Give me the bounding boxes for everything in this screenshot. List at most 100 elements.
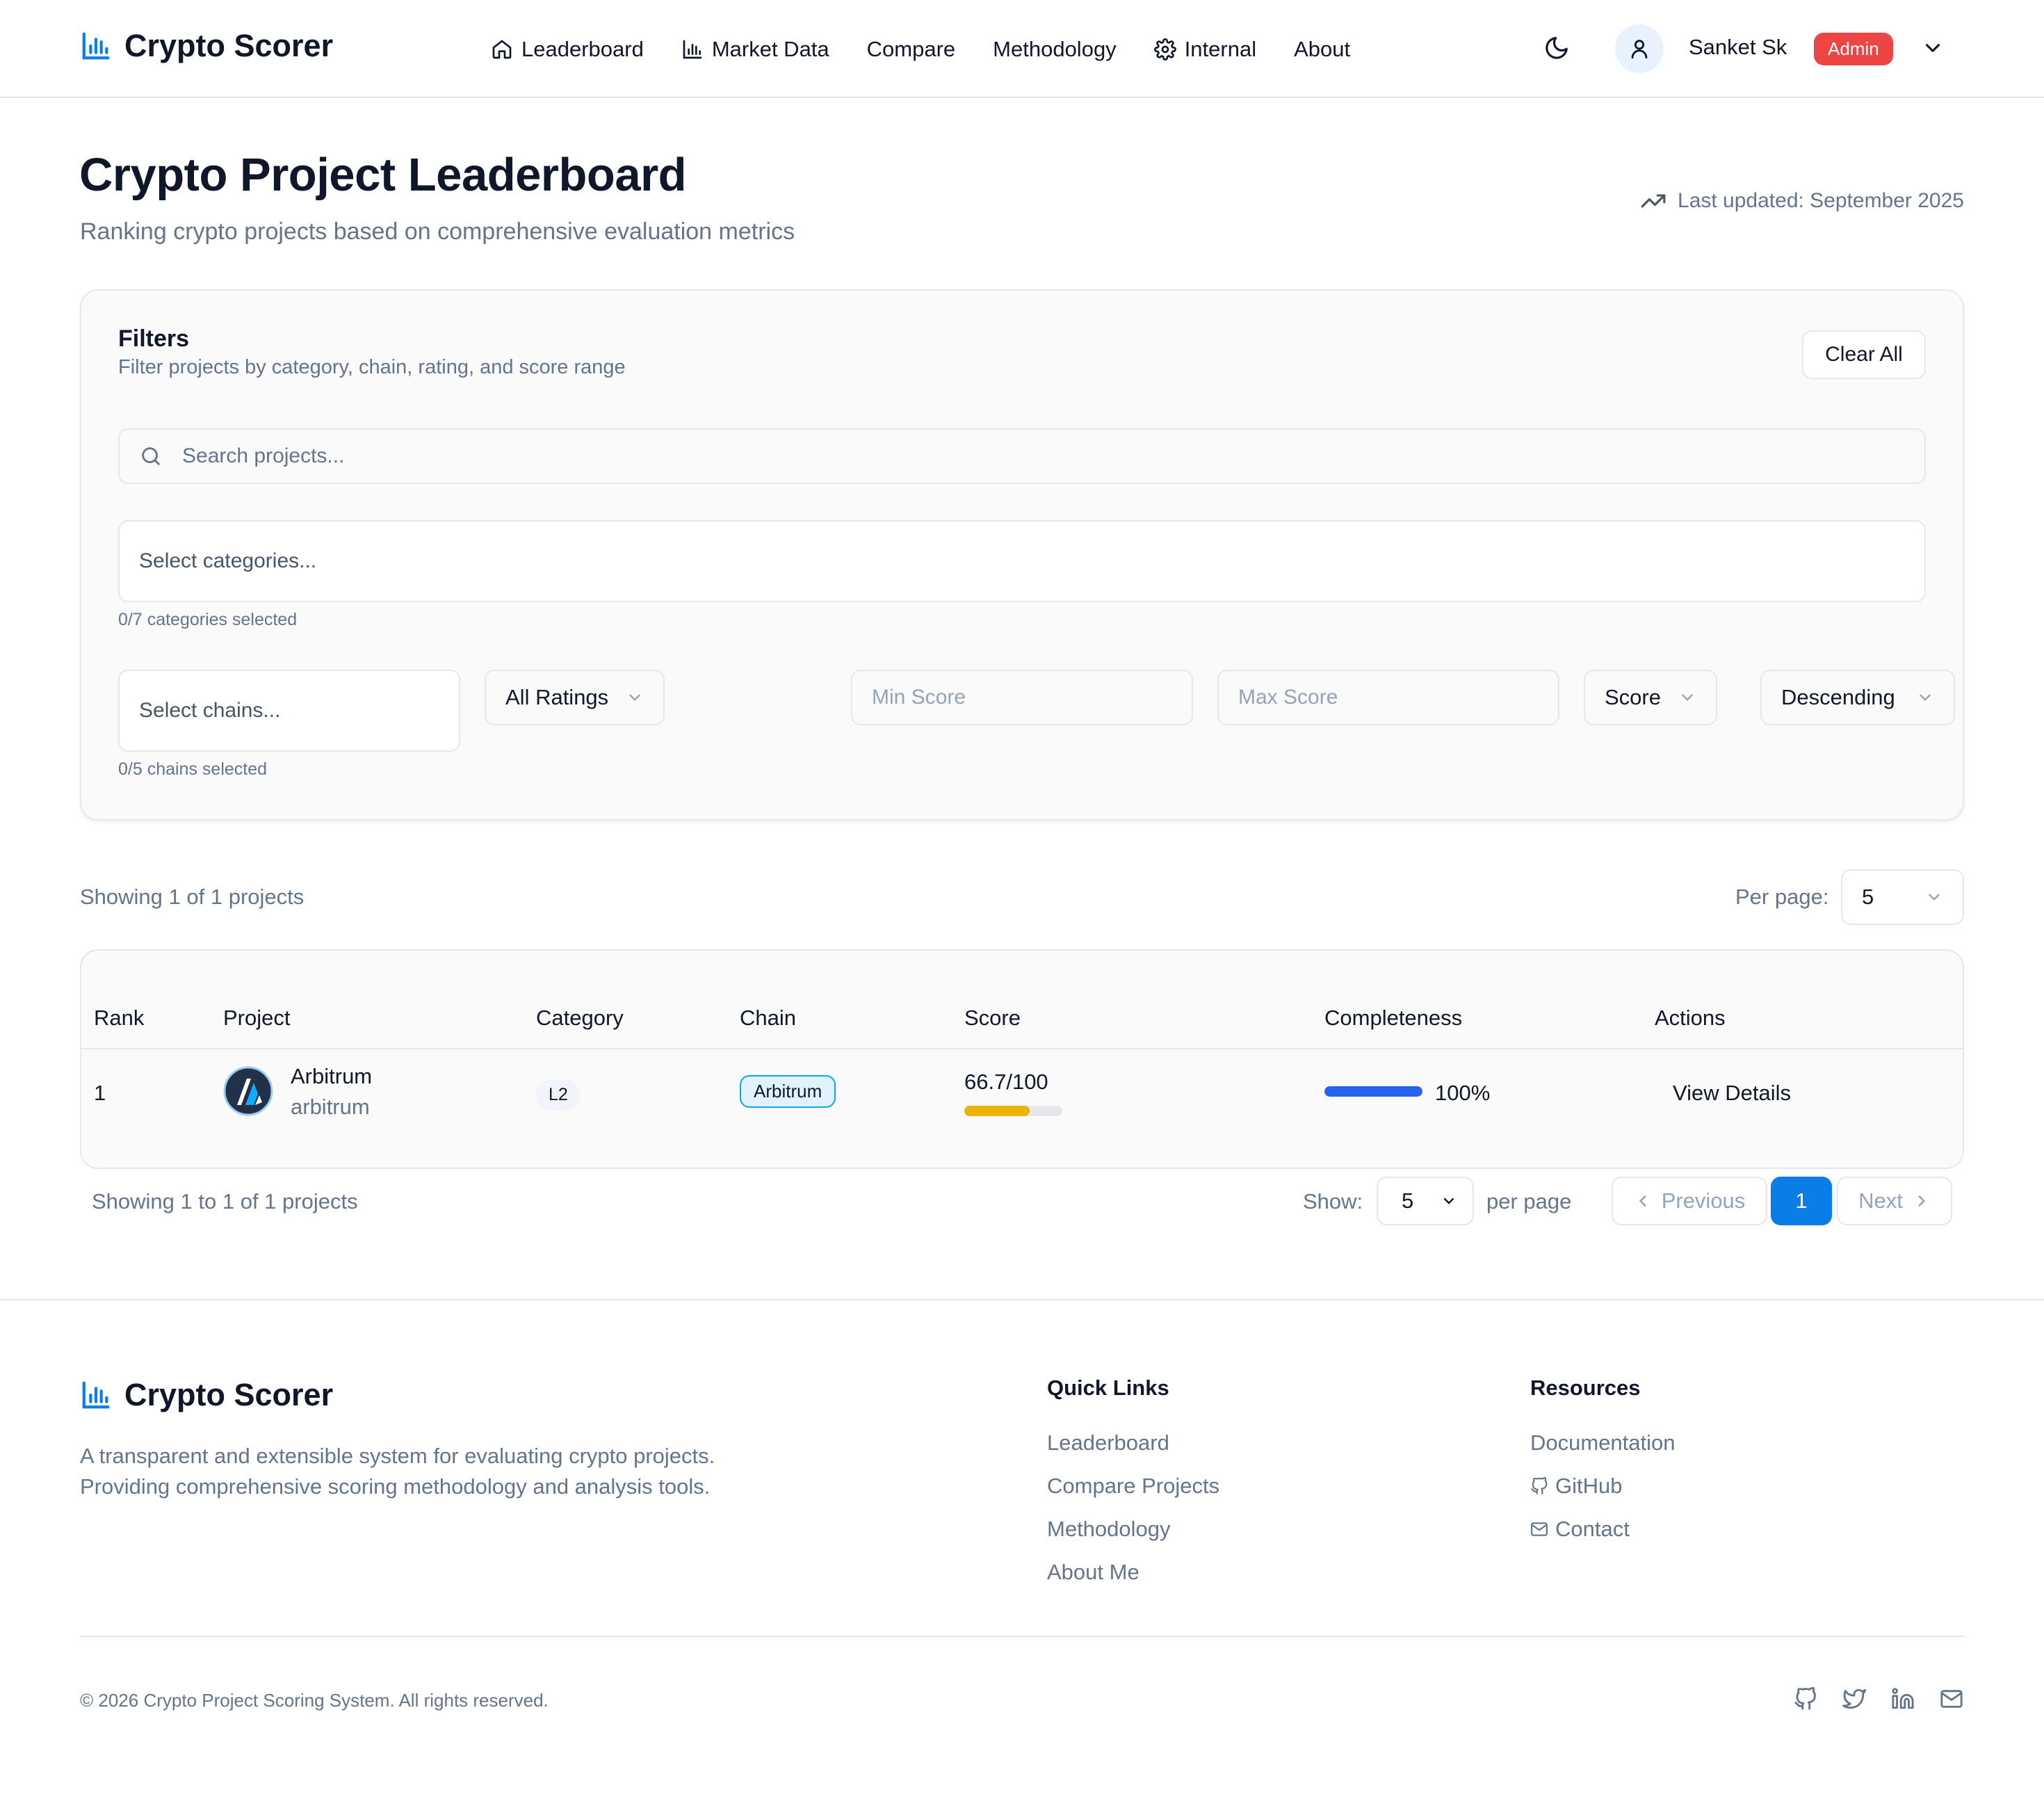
table-header-divider [81, 1048, 1963, 1049]
nav-label: Market Data [711, 37, 829, 61]
search-placeholder: Search projects... [182, 444, 345, 467]
chains-placeholder: Select chains... [139, 699, 281, 722]
per-page-value: 5 [1862, 885, 1874, 909]
footer-brand-name: Crypto Scorer [124, 1377, 334, 1412]
footer-link-methodology[interactable]: Methodology [1047, 1517, 1171, 1542]
top-navbar: Crypto Scorer Leaderboard Market Data Co… [0, 0, 2044, 98]
footer-divider [0, 1299, 2044, 1300]
brand-name: Crypto Scorer [124, 28, 334, 63]
min-score-input[interactable]: Min Score [851, 670, 1193, 725]
brand-logo-link[interactable]: Crypto Scorer [80, 28, 333, 64]
github-icon [1530, 1477, 1548, 1495]
github-label: GitHub [1555, 1474, 1623, 1498]
nav-leaderboard[interactable]: Leaderboard [491, 37, 644, 62]
ratings-value: All Ratings [505, 685, 609, 709]
view-details-button[interactable]: View Details [1673, 1081, 1791, 1106]
sort-by-value: Score [1605, 685, 1661, 709]
footer-description-line: A transparent and extensible system for … [80, 1444, 715, 1468]
user-icon [1628, 37, 1651, 61]
chevron-down-icon [1921, 36, 1945, 60]
footer-link-leaderboard[interactable]: Leaderboard [1047, 1430, 1169, 1456]
copyright: © 2026 Crypto Project Scoring System. Al… [80, 1690, 549, 1711]
moon-icon [1543, 35, 1570, 61]
column-header-category[interactable]: Category [536, 1006, 624, 1031]
nav-internal[interactable]: Internal [1153, 37, 1257, 62]
search-icon [139, 444, 163, 468]
categories-multiselect[interactable]: Select categories... [118, 520, 1926, 602]
main-nav: Leaderboard Market Data Compare Methodol… [491, 31, 1388, 68]
chevron-right-icon [1913, 1192, 1931, 1210]
avatar[interactable] [1615, 24, 1664, 73]
chain-badge: Arbitrum [740, 1075, 836, 1108]
page-subtitle: Ranking crypto projects based on compreh… [80, 218, 795, 245]
footer-link-about[interactable]: About Me [1047, 1560, 1139, 1585]
footer-bottom-divider [80, 1636, 1964, 1637]
nav-label: Compare [866, 37, 956, 61]
footer-link-documentation[interactable]: Documentation [1530, 1430, 1676, 1456]
theme-toggle-button[interactable] [1543, 35, 1570, 61]
project-slug: arbitrum [291, 1095, 370, 1119]
ratings-select[interactable]: All Ratings [485, 670, 665, 725]
nav-compare[interactable]: Compare [867, 37, 956, 62]
bar-chart-logo-icon [80, 1379, 112, 1411]
next-page-button[interactable]: Next [1837, 1177, 1952, 1225]
max-score-input[interactable]: Max Score [1217, 670, 1559, 725]
filters-title: Filters [118, 325, 190, 352]
linkedin-icon[interactable] [1891, 1687, 1915, 1711]
chains-multiselect[interactable]: Select chains... [118, 670, 460, 752]
column-header-project[interactable]: Project [223, 1006, 290, 1031]
twitter-icon[interactable] [1842, 1687, 1866, 1711]
column-header-rank[interactable]: Rank [94, 1006, 144, 1031]
social-links [1794, 1687, 1963, 1711]
column-header-score[interactable]: Score [964, 1006, 1021, 1031]
trending-up-icon [1640, 188, 1666, 214]
github-icon[interactable] [1794, 1687, 1817, 1711]
nav-about[interactable]: About [1294, 37, 1350, 62]
score-text: 66.7/100 [964, 1070, 1048, 1094]
project-name[interactable]: Arbitrum [291, 1064, 372, 1089]
gear-icon [1153, 38, 1176, 61]
chevron-down-icon [1678, 688, 1696, 707]
footer-brand: Crypto Scorer [80, 1377, 333, 1413]
column-header-completeness[interactable]: Completeness [1324, 1006, 1462, 1031]
footer-link-github[interactable]: GitHub [1530, 1474, 1622, 1499]
nav-label: Internal [1184, 37, 1257, 61]
show-per-page-select[interactable]: 5 [1377, 1177, 1474, 1225]
chevron-down-icon [626, 688, 644, 707]
completeness-bar-fill [1324, 1086, 1422, 1097]
sort-order-value: Descending [1781, 685, 1895, 709]
footer-link-contact[interactable]: Contact [1530, 1517, 1630, 1542]
page-1-button[interactable]: 1 [1771, 1177, 1832, 1225]
nav-market-data[interactable]: Market Data [681, 37, 829, 62]
sort-by-select[interactable]: Score [1584, 670, 1717, 725]
mail-icon [1530, 1520, 1548, 1538]
show-label: Show: [1303, 1189, 1363, 1214]
last-updated: Last updated: September 2025 [1640, 188, 1964, 214]
results-count: Showing 1 of 1 projects [80, 885, 305, 909]
category-badge: L2 [536, 1079, 581, 1111]
page-title: Crypto Project Leaderboard [79, 149, 687, 201]
chevron-left-icon [1634, 1192, 1652, 1210]
user-menu-toggle[interactable] [1921, 36, 1945, 60]
show-per-page-value: 5 [1402, 1188, 1414, 1213]
clear-all-button[interactable]: Clear All [1802, 330, 1926, 379]
min-score-placeholder: Min Score [872, 686, 966, 709]
completeness-bar [1324, 1086, 1422, 1097]
footer-link-compare[interactable]: Compare Projects [1047, 1474, 1219, 1499]
previous-page-button[interactable]: Previous [1612, 1177, 1767, 1225]
pagination-summary: Showing 1 to 1 of 1 projects [92, 1189, 358, 1214]
sort-order-select[interactable]: Descending [1760, 670, 1955, 725]
categories-placeholder: Select categories... [139, 549, 317, 572]
arbitrum-logo [223, 1066, 273, 1116]
bar-chart-logo-icon [80, 30, 112, 62]
leaderboard-table [80, 949, 1964, 1169]
column-header-chain[interactable]: Chain [740, 1006, 796, 1031]
column-header-actions: Actions [1655, 1006, 1726, 1030]
previous-label: Previous [1661, 1188, 1746, 1213]
chevron-down-icon [1916, 688, 1934, 707]
nav-methodology[interactable]: Methodology [993, 37, 1117, 62]
search-input[interactable]: Search projects... [118, 428, 1926, 484]
per-page-label: Per page: [1735, 885, 1829, 909]
per-page-select[interactable]: 5 [1841, 869, 1964, 925]
mail-icon[interactable] [1940, 1687, 1963, 1711]
